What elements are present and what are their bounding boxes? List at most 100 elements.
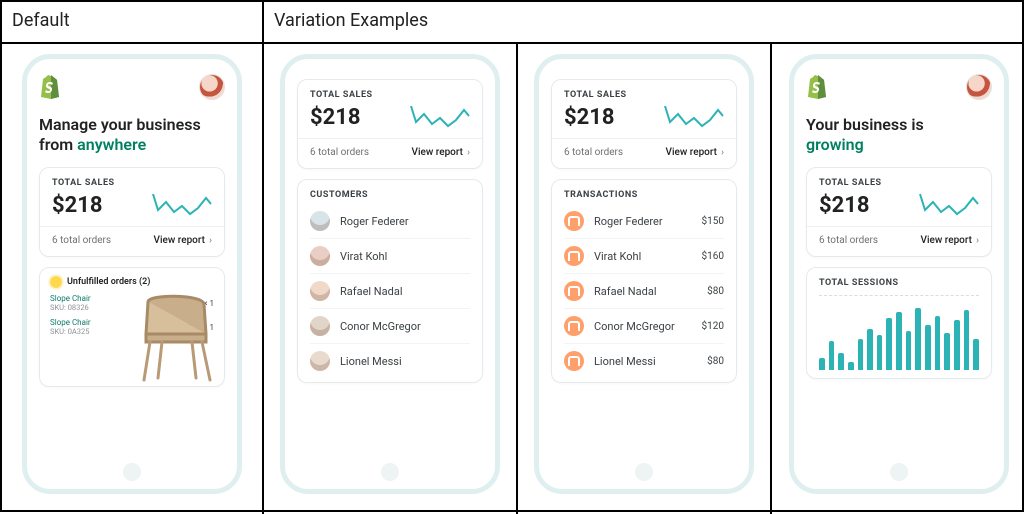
bar: [944, 333, 950, 370]
transactions-label: TRANSACTIONS: [564, 190, 724, 200]
view-report-link[interactable]: View report›: [154, 235, 213, 246]
customer-row[interactable]: Rafael Nadal: [310, 273, 470, 308]
order-name: Slope Chair: [50, 318, 91, 327]
phone-transactions: TOTAL SALES $218 6 total orders View rep…: [534, 54, 754, 494]
customer-row[interactable]: Conor McGregor: [310, 308, 470, 343]
sparkline-icon: [410, 100, 470, 130]
avatar-icon: [310, 246, 330, 266]
total-sales-label: TOTAL SALES: [819, 178, 979, 188]
headline-line2a: from: [39, 135, 77, 154]
transaction-row[interactable]: Lionel Messi$80: [564, 343, 724, 378]
sparkline-icon: [152, 188, 212, 218]
transaction-row[interactable]: Roger Federer $150: [564, 204, 724, 238]
bar: [867, 329, 873, 370]
customer-name: Virat Kohl: [340, 250, 387, 263]
sun-icon: [50, 276, 62, 288]
avatar-icon: [310, 316, 330, 336]
transaction-name: Roger Federer: [594, 215, 663, 228]
total-sales-value: $218: [564, 105, 615, 130]
phone-customers: TOTAL SALES $218 6 total orders View rep…: [280, 54, 500, 494]
lock-icon: [564, 281, 584, 301]
view-report-link[interactable]: View report›: [412, 147, 471, 158]
sales-card: TOTAL SALES $218 6 total orders View rep…: [39, 167, 225, 257]
transaction-amount: $80: [707, 356, 724, 367]
customer-name: Roger Federer: [340, 215, 409, 228]
sales-card: TOTAL SALES $218 6 total orders View rep…: [551, 79, 737, 169]
headline: Your business is growing: [806, 115, 992, 155]
bar: [954, 320, 960, 370]
bar: [829, 341, 835, 370]
bar: [848, 362, 854, 370]
transaction-name: Rafael Nadal: [594, 285, 657, 298]
bar: [973, 339, 979, 370]
bar: [886, 318, 892, 370]
sessions-card: TOTAL SESSIONS: [806, 267, 992, 379]
customer-row[interactable]: Lionel Messi: [310, 343, 470, 378]
sessions-bar-chart: [819, 308, 979, 370]
total-sales-value: $218: [310, 105, 361, 130]
lock-icon: [564, 246, 584, 266]
avatar-icon: [310, 351, 330, 371]
sessions-label: TOTAL SESSIONS: [819, 278, 979, 288]
sales-card: TOTAL SALES $218 6 total orders View rep…: [297, 79, 483, 169]
avatar-icon: [310, 211, 330, 231]
avatar-icon: [310, 281, 330, 301]
transaction-name: Conor McGregor: [594, 320, 675, 333]
view-report-link[interactable]: View report›: [921, 235, 980, 246]
phone-default: Manage your business from anywhere TOTAL…: [22, 54, 242, 494]
headline-accent: anywhere: [77, 135, 146, 154]
orders-count: 6 total orders: [564, 147, 623, 158]
headline-line1: Manage your business: [39, 115, 201, 134]
bar: [858, 339, 864, 370]
bar: [896, 312, 902, 370]
customer-name: Lionel Messi: [340, 355, 402, 368]
order-sku: SKU: 0A325: [50, 327, 91, 336]
order-name: Slope Chair: [50, 294, 91, 303]
total-sales-label: TOTAL SALES: [52, 178, 212, 188]
lock-icon: [564, 211, 584, 231]
bar: [819, 358, 825, 370]
avatar[interactable]: [199, 74, 225, 100]
orders-count: 6 total orders: [819, 235, 878, 246]
bar: [964, 310, 970, 370]
bar: [838, 353, 844, 370]
chevron-right-icon: ›: [467, 147, 470, 158]
unfulfilled-orders-card: Unfulfilled orders (2) Slope ChairSKU: 0…: [39, 267, 225, 387]
avatar[interactable]: [966, 74, 992, 100]
header-variations: Variation Examples: [264, 2, 1024, 44]
bar: [935, 316, 941, 370]
transaction-amount: $160: [702, 251, 724, 262]
view-report-link[interactable]: View report›: [666, 147, 725, 158]
shopify-logo-icon: [39, 75, 61, 99]
customer-name: Conor McGregor: [340, 320, 421, 333]
shopify-logo-icon: [806, 75, 828, 99]
transaction-amount: $150: [702, 216, 724, 227]
lock-icon: [564, 316, 584, 336]
chevron-right-icon: ›: [976, 235, 979, 246]
headline-line1: Your business is: [806, 115, 924, 134]
orders-count: 6 total orders: [52, 235, 111, 246]
customer-row[interactable]: Virat Kohl: [310, 238, 470, 273]
chair-image: [134, 288, 220, 384]
total-sales-value: $218: [52, 193, 103, 218]
transaction-row[interactable]: Rafael Nadal $80: [564, 273, 724, 308]
transaction-amount: $80: [707, 286, 724, 297]
sales-card: TOTAL SALES $218 6 total orders View rep…: [806, 167, 992, 257]
headline: Manage your business from anywhere: [39, 115, 225, 155]
transaction-row[interactable]: Virat Kohl $160: [564, 238, 724, 273]
customers-card: CUSTOMERS Roger Federer Virat Kohl Rafae…: [297, 179, 483, 383]
total-sales-label: TOTAL SALES: [310, 90, 470, 100]
chevron-right-icon: ›: [721, 147, 724, 158]
transaction-name: Virat Kohl: [594, 250, 641, 263]
lock-icon: [564, 351, 584, 371]
customer-name: Rafael Nadal: [340, 285, 403, 298]
total-sales-value: $218: [819, 193, 870, 218]
customer-row[interactable]: Roger Federer: [310, 204, 470, 238]
bar: [906, 331, 912, 370]
headline-accent: growing: [806, 135, 864, 154]
chevron-right-icon: ›: [209, 235, 212, 246]
customers-label: CUSTOMERS: [310, 190, 470, 200]
unfulfilled-label: Unfulfilled orders (2): [67, 277, 150, 287]
transaction-row[interactable]: Conor McGregor $120: [564, 308, 724, 343]
transaction-amount: $120: [702, 321, 724, 332]
